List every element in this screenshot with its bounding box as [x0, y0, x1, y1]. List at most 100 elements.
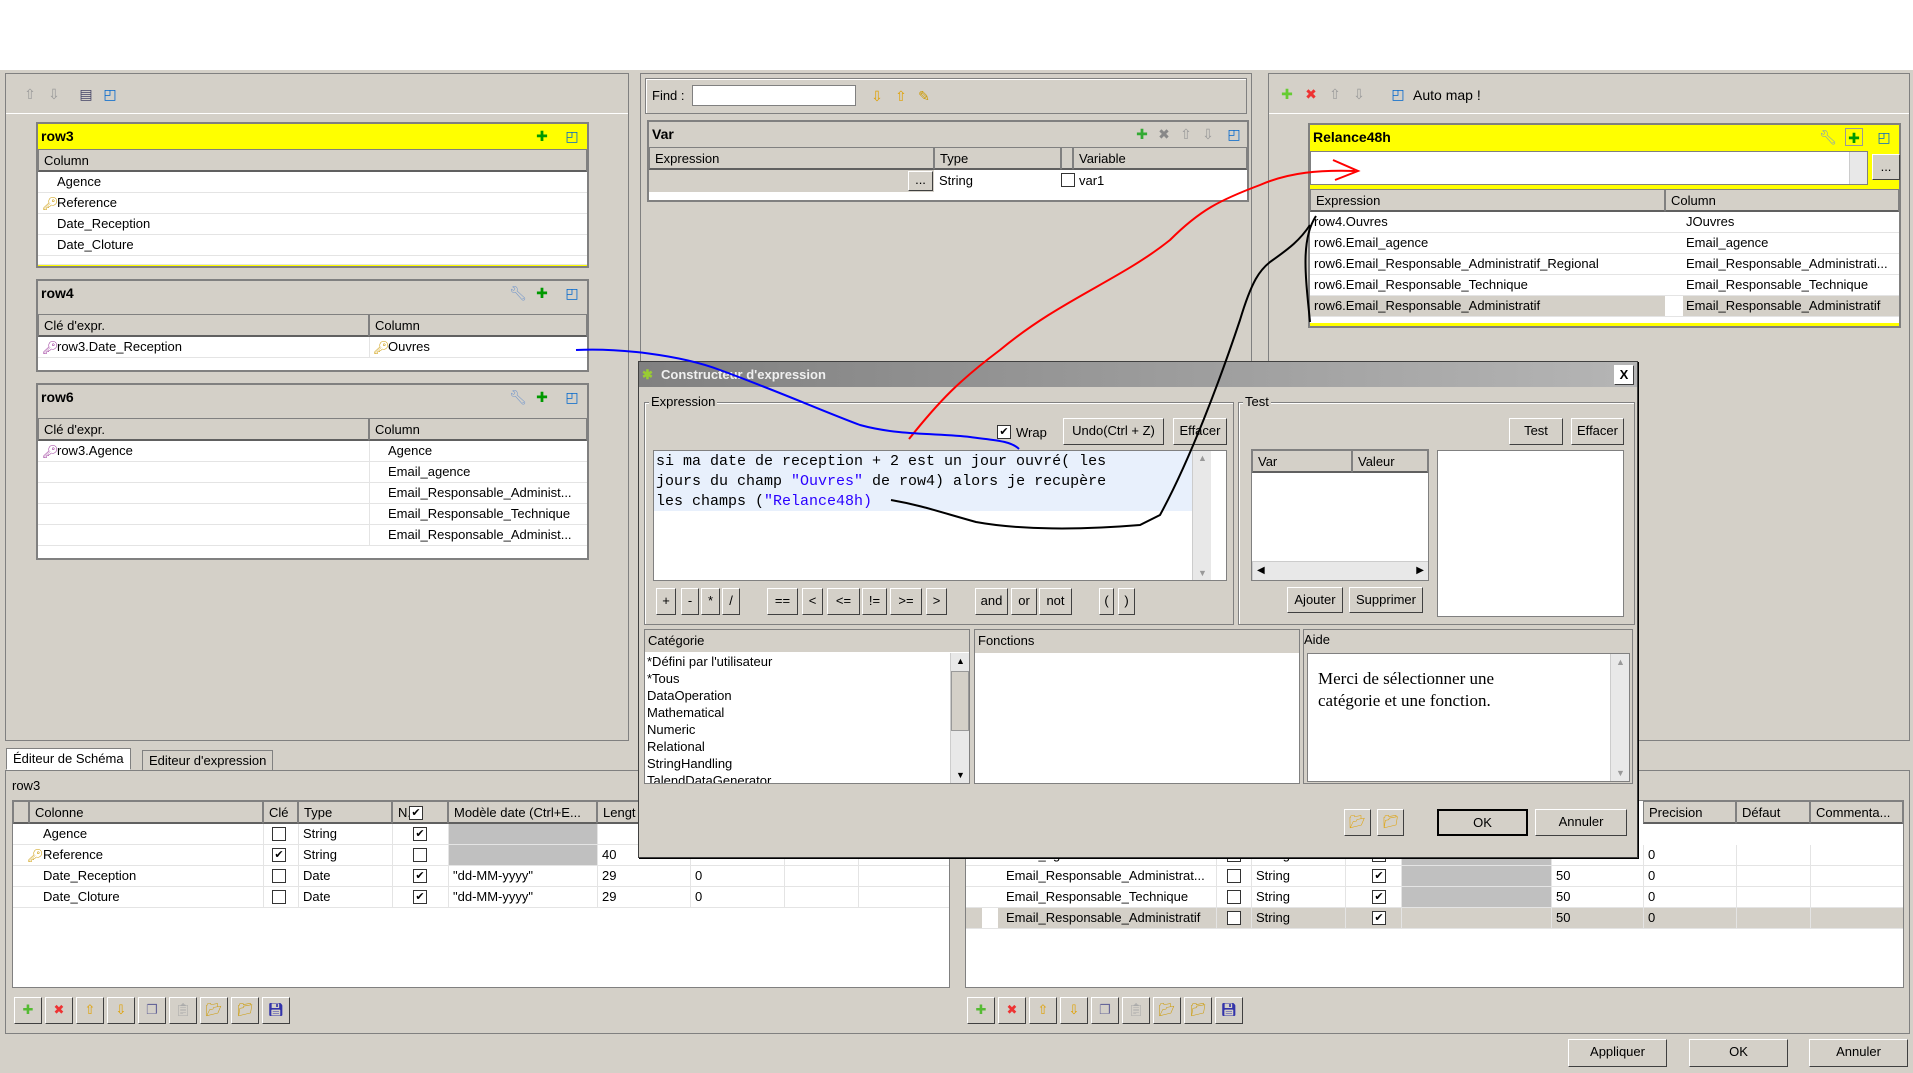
checkbox-checked[interactable]: ✔: [1372, 869, 1386, 883]
operator-button[interactable]: and: [975, 588, 1008, 615]
table-row[interactable]: Email_agence: [38, 462, 587, 483]
close-button[interactable]: X: [1614, 365, 1634, 385]
add-icon[interactable]: ✚: [1133, 125, 1151, 143]
checkbox-unchecked[interactable]: [1227, 869, 1241, 883]
highlight-icon[interactable]: ✎: [915, 87, 933, 105]
column-length[interactable]: 50: [1556, 866, 1570, 886]
column-precision[interactable]: 0: [1648, 887, 1655, 907]
column-length[interactable]: 40: [602, 845, 616, 865]
table-row[interactable]: row4.Ouvres JOuvres: [1310, 212, 1899, 233]
arrow-down-icon[interactable]: ⇩: [1199, 125, 1217, 143]
delete-button[interactable]: ✖: [998, 997, 1026, 1024]
scroll-right-icon[interactable]: ▶: [1416, 565, 1424, 576]
table-row[interactable]: Date_Cloture: [38, 235, 587, 256]
expression-cell[interactable]: row4.Ouvres: [1314, 212, 1388, 232]
expression-scrollbar[interactable]: ▲ ▼: [1192, 451, 1211, 580]
checkbox-checked[interactable]: ✔: [1372, 911, 1386, 925]
import-button[interactable]: 📂︎: [1153, 997, 1181, 1024]
clear-expression-button[interactable]: Effacer: [1173, 418, 1227, 445]
operator-button[interactable]: /: [722, 588, 740, 615]
operator-button[interactable]: -: [681, 588, 699, 615]
move-up-button[interactable]: ⇧: [76, 997, 104, 1024]
arrow-down-icon[interactable]: ⇩: [1350, 85, 1368, 103]
operator-button[interactable]: +: [656, 588, 676, 615]
find-previous-icon[interactable]: ⇧: [892, 87, 910, 105]
import-expression-button[interactable]: 📂︎: [1344, 809, 1371, 836]
expression-cell[interactable]: row6.Email_Responsable_Technique: [1314, 275, 1528, 295]
minimize-icon[interactable]: ◰: [563, 284, 581, 302]
operator-button[interactable]: (: [1099, 588, 1114, 615]
copy-button[interactable]: ❐: [138, 997, 166, 1024]
ok-button[interactable]: OK: [1689, 1039, 1788, 1067]
table-row[interactable]: Email_Responsable_Administ...: [38, 483, 587, 504]
arrow-down-icon[interactable]: ⇩: [45, 85, 63, 103]
minimize-icon[interactable]: ◰: [1875, 128, 1893, 146]
checkbox-checked[interactable]: ✔: [1372, 890, 1386, 904]
category-item[interactable]: *Défini par l'utilisateur: [645, 653, 969, 670]
column-length[interactable]: 29: [602, 866, 616, 886]
column-length[interactable]: 29: [602, 887, 616, 907]
table-row[interactable]: row6.Email_Responsable_Administratif_Reg…: [1310, 254, 1899, 275]
checkbox-unchecked[interactable]: [272, 869, 286, 883]
column-precision[interactable]: 0: [1648, 908, 1655, 928]
operator-button[interactable]: *: [701, 588, 720, 615]
table-row[interactable]: row6.Email_Responsable_Technique Email_Re…: [1310, 275, 1899, 296]
checkbox-checked[interactable]: ✔: [413, 869, 427, 883]
schema-row[interactable]: Date_Cloture Date ✔ "dd-MM-yyyy" 29 0: [13, 887, 949, 908]
table-row[interactable]: Email_Responsable_Technique: [38, 504, 587, 525]
find-input[interactable]: [692, 85, 856, 106]
find-next-icon[interactable]: ⇩: [868, 87, 886, 105]
auto-map-button[interactable]: Auto map !: [1413, 87, 1481, 103]
column-type[interactable]: String: [303, 845, 337, 865]
column-type[interactable]: String: [303, 824, 337, 844]
horizontal-scrollbar[interactable]: ◀ ▶: [1252, 561, 1428, 580]
category-item[interactable]: StringHandling: [645, 755, 969, 772]
category-item[interactable]: DataOperation: [645, 687, 969, 704]
table-icon[interactable]: ▤: [77, 85, 95, 103]
add-filter-icon[interactable]: ✚: [533, 388, 551, 406]
save-button[interactable]: 💾︎: [1215, 997, 1243, 1024]
category-item[interactable]: Relational: [645, 738, 969, 755]
operator-button[interactable]: ==: [767, 588, 798, 615]
add-button[interactable]: ✚: [967, 997, 995, 1024]
column-type[interactable]: Date: [303, 866, 330, 886]
category-item[interactable]: *Tous: [645, 670, 969, 687]
add-variable-button[interactable]: Ajouter: [1287, 587, 1343, 613]
dialog-ok-button[interactable]: OK: [1437, 809, 1528, 836]
schema-row[interactable]: Email_Responsable_Administratif String ✔ 50…: [966, 908, 1903, 929]
minimize-icon[interactable]: ◰: [101, 85, 119, 103]
operator-button[interactable]: or: [1011, 588, 1037, 615]
move-up-button[interactable]: ⇧: [1029, 997, 1057, 1024]
export-button[interactable]: 📁︎: [231, 997, 259, 1024]
column-length[interactable]: 50: [1556, 887, 1570, 907]
expression-cell[interactable]: row6.Email_agence: [1314, 233, 1428, 253]
filter-scrollbar[interactable]: [1849, 152, 1867, 184]
scroll-up-icon[interactable]: ▲: [1616, 657, 1625, 667]
expression-builder-button[interactable]: ...: [908, 171, 933, 191]
var-name[interactable]: var1: [1079, 173, 1104, 188]
help-scrollbar[interactable]: ▲ ▼: [1610, 654, 1629, 781]
wrench-icon[interactable]: 🔧︎: [509, 284, 527, 302]
undo-button[interactable]: Undo(Ctrl + Z): [1063, 418, 1164, 445]
column-length[interactable]: 50: [1556, 908, 1570, 928]
apply-button[interactable]: Appliquer: [1568, 1039, 1667, 1067]
var-row[interactable]: ... String var1: [649, 170, 1247, 200]
arrow-up-icon[interactable]: ⇧: [21, 85, 39, 103]
select-all-checkbox[interactable]: ✔: [409, 806, 423, 820]
arrow-up-icon[interactable]: ⇧: [1326, 85, 1344, 103]
checkbox-checked[interactable]: ✔: [413, 827, 427, 841]
operator-button[interactable]: <: [802, 588, 823, 615]
minimize-icon[interactable]: ◰: [563, 127, 581, 145]
tab-schema-editor[interactable]: Éditeur de Schéma: [6, 748, 131, 770]
expression-cell[interactable]: row6.Email_Responsable_Administratif: [1314, 296, 1540, 316]
date-pattern[interactable]: "dd-MM-yyyy": [453, 866, 533, 886]
export-expression-button[interactable]: 📁︎: [1377, 809, 1404, 836]
scroll-down-icon[interactable]: ▼: [1616, 768, 1625, 778]
tab-expression-editor[interactable]: Editeur d'expression: [142, 750, 274, 771]
arrow-up-icon[interactable]: ⇧: [1177, 125, 1195, 143]
column-type[interactable]: String: [1256, 908, 1290, 928]
checkbox-unchecked[interactable]: [272, 827, 286, 841]
wrench-icon[interactable]: 🔧︎: [509, 388, 527, 406]
expression-textarea[interactable]: si ma date de reception + 2 est un jour …: [653, 450, 1227, 581]
delete-button[interactable]: ✖: [45, 997, 73, 1024]
